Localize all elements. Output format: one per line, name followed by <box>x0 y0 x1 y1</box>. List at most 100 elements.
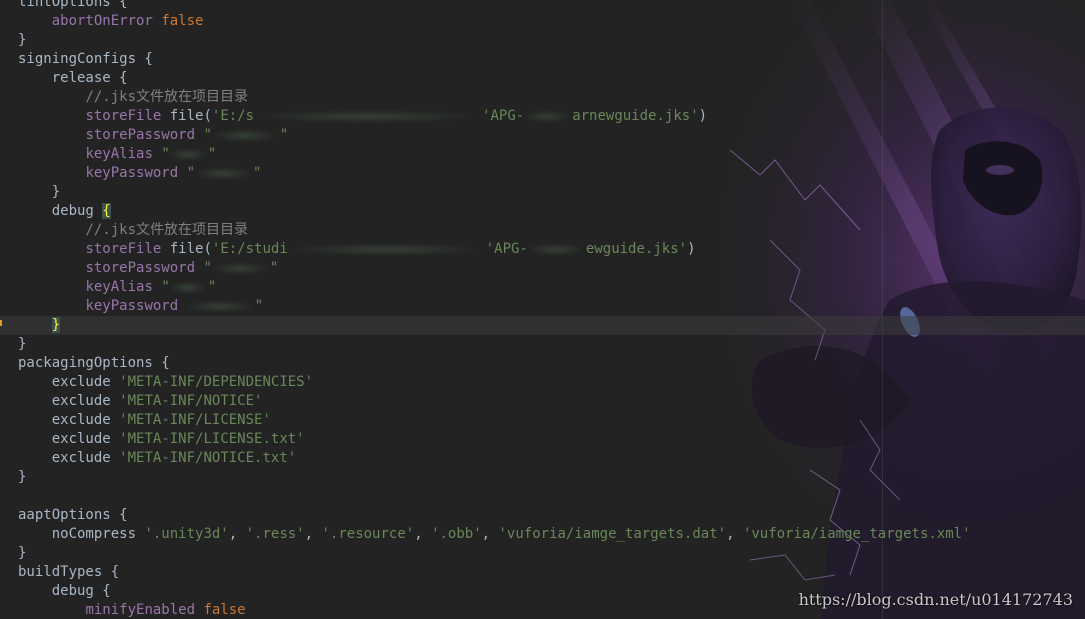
string-literal: " <box>269 260 279 276</box>
string-literal: 'META-INF/LICENSE.txt' <box>119 431 305 447</box>
code-text: } <box>51 184 61 200</box>
code-line[interactable]: aaptOptions { <box>18 506 971 525</box>
code-line[interactable]: keyPassword " " <box>18 164 971 183</box>
code-line[interactable]: signingConfigs { <box>18 50 971 69</box>
property-name: storePassword <box>85 127 196 143</box>
code-line[interactable]: storeFile file('E:/s 'APG-arnewguide.jks'… <box>18 107 971 126</box>
code-line[interactable]: } <box>18 183 971 202</box>
code-content[interactable]: lintOptions { abortOnError false } signi… <box>18 0 971 619</box>
property-name: storePassword <box>85 260 196 276</box>
code-line[interactable]: keyAlias " " <box>18 278 971 297</box>
keyword: false <box>161 13 204 29</box>
code-line[interactable]: storePassword " " <box>18 126 971 145</box>
code-text: lintOptions { <box>18 0 128 10</box>
code-comment: //.jks文件放在项目目录 <box>85 89 249 105</box>
code-keyword: exclude <box>51 374 111 390</box>
matched-brace: { <box>102 203 111 219</box>
code-line[interactable]: } <box>18 335 971 354</box>
property-name: keyAlias <box>85 279 153 295</box>
redacted-text <box>167 147 208 161</box>
code-text: debug <box>51 203 103 219</box>
code-line[interactable]: } <box>18 468 971 487</box>
code-line[interactable]: } <box>18 544 971 563</box>
string-literal: " <box>207 279 217 295</box>
code-keyword: exclude <box>51 431 111 447</box>
redacted-text <box>252 109 483 123</box>
code-line[interactable]: lintOptions { <box>18 0 971 12</box>
code-line[interactable]: exclude 'META-INF/LICENSE.txt' <box>18 430 971 449</box>
code-line[interactable]: exclude 'META-INF/DEPENDENCIES' <box>18 373 971 392</box>
redacted-text <box>193 166 254 180</box>
code-line[interactable]: exclude 'META-INF/NOTICE.txt' <box>18 449 971 468</box>
code-line[interactable] <box>18 487 971 506</box>
code-line[interactable]: //.jks文件放在项目目录 <box>18 221 971 240</box>
string-literal: 'E:/studi <box>211 241 288 257</box>
code-line[interactable]: noCompress '.unity3d', '.ress', '.resour… <box>18 525 971 544</box>
watermark-url: https://blog.csdn.net/u014172743 <box>798 590 1073 609</box>
code-editor[interactable]: lintOptions { abortOnError false } signi… <box>0 0 1085 619</box>
method-name: file <box>169 108 204 124</box>
string-literal: " <box>253 165 262 181</box>
code-text: signingConfigs { <box>18 51 153 67</box>
property-name: minifyEnabled <box>85 602 196 618</box>
string-literal: '.unity3d' <box>144 526 229 542</box>
redacted-text <box>209 128 280 142</box>
redacted-text <box>209 261 270 275</box>
code-text: release { <box>51 70 128 86</box>
code-keyword: exclude <box>51 450 111 466</box>
string-literal: " <box>279 127 289 143</box>
string-literal: 'vuforia/iamge_targets.xml' <box>742 526 971 542</box>
string-literal: '.obb' <box>431 526 482 542</box>
code-line[interactable]: //.jks文件放在项目目录 <box>18 88 971 107</box>
string-literal: " <box>207 146 217 162</box>
code-comment: //.jks文件放在项目目录 <box>85 222 249 238</box>
string-literal: 'E:/s <box>211 108 255 124</box>
code-line[interactable]: storeFile file('E:/studi 'APG-ewguide.jks… <box>18 240 971 259</box>
code-text: } <box>18 469 27 485</box>
redacted-text <box>522 109 573 123</box>
string-literal: 'APG- <box>485 241 528 257</box>
code-line[interactable]: packagingOptions { <box>18 354 971 373</box>
string-literal: 'APG- <box>482 108 525 124</box>
string-literal: 'vuforia/iamge_targets.dat' <box>498 526 727 542</box>
property-name: abortOnError <box>51 13 153 29</box>
code-line[interactable]: release { <box>18 69 971 88</box>
property-name: keyPassword <box>85 298 179 314</box>
string-literal: '.ress' <box>245 526 305 542</box>
code-line[interactable]: buildTypes { <box>18 563 971 582</box>
code-line[interactable]: } <box>18 316 971 335</box>
property-name: keyPassword <box>85 165 179 181</box>
paren: ) <box>698 108 708 124</box>
code-line[interactable]: keyPassword " <box>18 297 971 316</box>
code-keyword: exclude <box>51 412 111 428</box>
code-text: aaptOptions { <box>18 507 128 523</box>
code-line[interactable]: debug { <box>18 202 971 221</box>
code-line[interactable]: exclude 'META-INF/LICENSE' <box>18 411 971 430</box>
code-keyword: exclude <box>51 393 111 409</box>
string-literal: 'META-INF/DEPENDENCIES' <box>119 374 314 390</box>
code-text: buildTypes { <box>18 564 120 580</box>
code-text: } <box>18 545 27 561</box>
redacted-text <box>285 242 486 256</box>
code-line[interactable]: keyAlias " " <box>18 145 971 164</box>
paren: ) <box>687 241 696 257</box>
code-line[interactable]: exclude 'META-INF/NOTICE' <box>18 392 971 411</box>
code-text: } <box>18 336 27 352</box>
property-name: storeFile <box>85 108 162 124</box>
code-line[interactable]: storePassword " " <box>18 259 971 278</box>
paren: ( <box>203 108 212 124</box>
string-literal: 'META-INF/NOTICE' <box>119 393 263 409</box>
string-literal: " <box>254 298 264 314</box>
redacted-text <box>525 242 586 256</box>
code-text: debug { <box>51 583 111 599</box>
string-literal: arnewguide.jks' <box>572 108 699 124</box>
redacted-text <box>167 280 208 294</box>
property-name: keyAlias <box>85 146 153 162</box>
method-name: file <box>169 241 204 257</box>
code-line[interactable]: abortOnError false <box>18 12 971 31</box>
redacted-text <box>184 299 255 313</box>
code-line[interactable]: } <box>18 31 971 50</box>
string-literal: 'META-INF/NOTICE.txt' <box>119 450 297 466</box>
code-text: packagingOptions { <box>18 355 170 371</box>
property-name: storeFile <box>85 241 162 257</box>
